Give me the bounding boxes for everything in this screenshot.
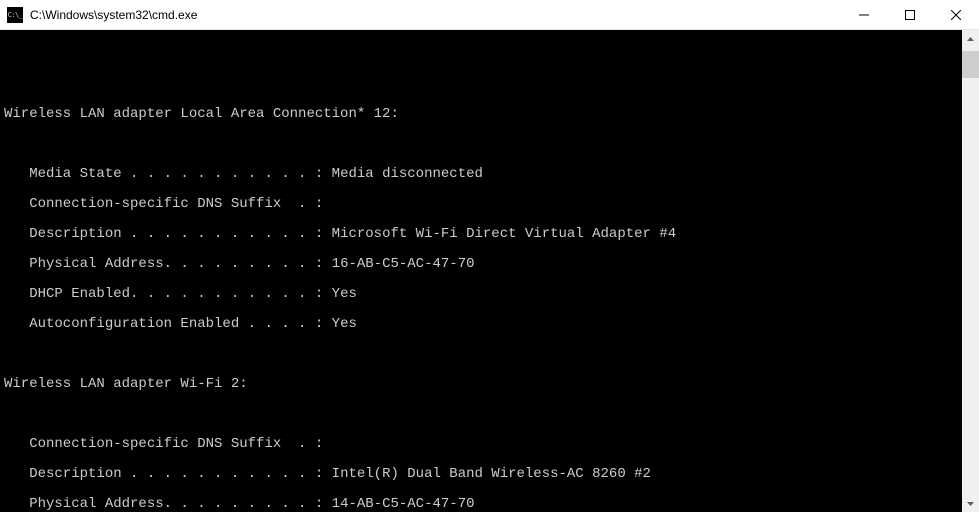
row-value: Yes bbox=[323, 286, 357, 302]
close-button[interactable] bbox=[933, 0, 979, 29]
row-value: Intel(R) Dual Band Wireless-AC 8260 #2 bbox=[323, 466, 651, 482]
maximize-button[interactable] bbox=[887, 0, 933, 29]
scroll-up-button[interactable] bbox=[962, 30, 979, 47]
row-label: Connection-specific DNS Suffix . : bbox=[4, 196, 323, 212]
scroll-down-button[interactable] bbox=[962, 495, 979, 512]
row-label: Media State . . . . . . . . . . . : bbox=[4, 166, 323, 182]
scroll-thumb[interactable] bbox=[962, 51, 979, 78]
row-value: Yes bbox=[323, 316, 357, 332]
output-row: Autoconfiguration Enabled . . . . : Yes bbox=[4, 317, 961, 332]
output-row: Description . . . . . . . . . . . : Micr… bbox=[4, 227, 961, 242]
terminal-area[interactable]: Wireless LAN adapter Local Area Connecti… bbox=[0, 30, 979, 512]
output-row: Connection-specific DNS Suffix . : bbox=[4, 437, 961, 452]
row-value: Media disconnected bbox=[323, 166, 483, 182]
row-label: Physical Address. . . . . . . . . : bbox=[4, 256, 323, 272]
row-label: Description . . . . . . . . . . . : bbox=[4, 466, 323, 482]
output-row: Media State . . . . . . . . . . . : Medi… bbox=[4, 167, 961, 182]
row-label: Autoconfiguration Enabled . . . . : bbox=[4, 316, 323, 332]
row-value: 16-AB-C5-AC-47-70 bbox=[323, 256, 474, 272]
output-row: DHCP Enabled. . . . . . . . . . . : Yes bbox=[4, 287, 961, 302]
adapter-header: Wireless LAN adapter Wi-Fi 2: bbox=[4, 377, 961, 392]
blank-line bbox=[4, 137, 961, 152]
blank-line bbox=[4, 77, 961, 92]
output-row: Connection-specific DNS Suffix . : bbox=[4, 197, 961, 212]
adapter-header: Wireless LAN adapter Local Area Connecti… bbox=[4, 107, 961, 122]
vertical-scrollbar[interactable] bbox=[962, 30, 979, 512]
row-label: Description . . . . . . . . . . . : bbox=[4, 226, 323, 242]
row-label: Connection-specific DNS Suffix . : bbox=[4, 436, 323, 452]
output-row: Description . . . . . . . . . . . : Inte… bbox=[4, 467, 961, 482]
minimize-button[interactable] bbox=[841, 0, 887, 29]
output-row: Physical Address. . . . . . . . . : 14-A… bbox=[4, 497, 961, 512]
blank-line bbox=[4, 347, 961, 362]
blank-line bbox=[4, 407, 961, 422]
row-label: Physical Address. . . . . . . . . : bbox=[4, 496, 323, 512]
cmd-icon bbox=[7, 7, 23, 23]
row-value: 14-AB-C5-AC-47-70 bbox=[323, 496, 474, 512]
terminal-output: Wireless LAN adapter Local Area Connecti… bbox=[4, 62, 961, 512]
window-titlebar: C:\Windows\system32\cmd.exe bbox=[0, 0, 979, 30]
row-value: Microsoft Wi-Fi Direct Virtual Adapter #… bbox=[323, 226, 676, 242]
window-title: C:\Windows\system32\cmd.exe bbox=[30, 8, 841, 22]
row-label: DHCP Enabled. . . . . . . . . . . : bbox=[4, 286, 323, 302]
window-controls bbox=[841, 0, 979, 29]
output-row: Physical Address. . . . . . . . . : 16-A… bbox=[4, 257, 961, 272]
scroll-track[interactable] bbox=[962, 47, 979, 495]
